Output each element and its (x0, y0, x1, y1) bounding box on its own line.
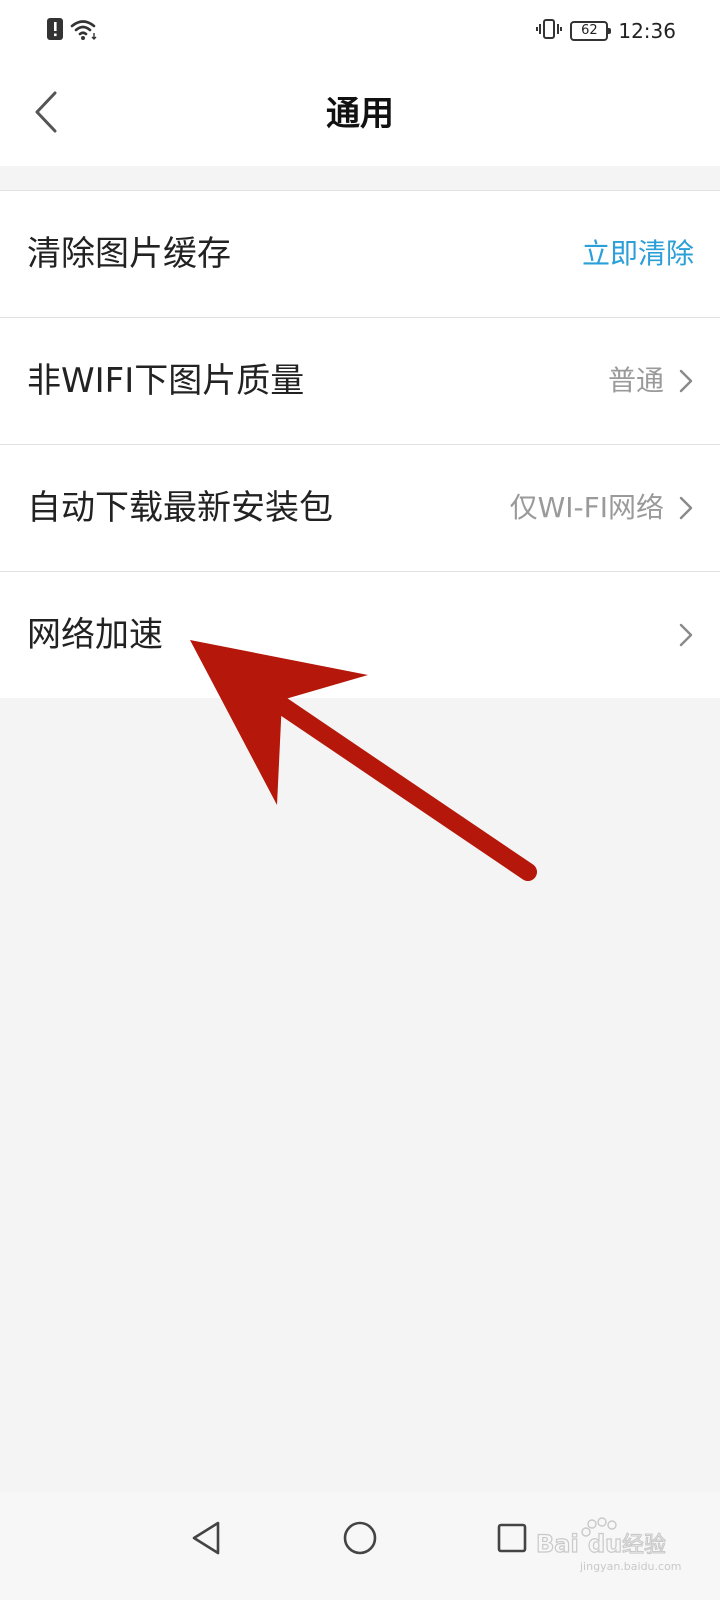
home-circle-icon (342, 1520, 378, 1560)
battery-level: 62 (581, 23, 598, 38)
row-right: 立即清除 (582, 234, 694, 274)
clear-now-button[interactable]: 立即清除 (582, 234, 694, 274)
row-right: 普通 (608, 361, 694, 401)
settings-row-clear-image-cache[interactable]: 清除图片缓存 立即清除 (0, 191, 720, 318)
settings-row-network-acceleration[interactable]: 网络加速 (0, 572, 720, 698)
row-label: 非WIFI下图片质量 (27, 361, 305, 401)
chevron-right-icon (678, 368, 694, 394)
battery-icon: 62 (570, 21, 612, 41)
settings-list: 清除图片缓存 立即清除 非WIFI下图片质量 普通 自动下载最新安装包 仅WI-… (0, 190, 720, 698)
row-label: 网络加速 (27, 615, 163, 655)
status-bar: 62 12:36 (0, 0, 720, 62)
chevron-right-icon (678, 495, 694, 521)
wifi-icon (70, 17, 100, 45)
recents-square-icon (496, 1522, 528, 1558)
status-bar-left (46, 16, 100, 46)
row-value: 仅WI-FI网络 (509, 491, 664, 524)
status-clock: 12:36 (618, 19, 676, 43)
navigation-bar (0, 1492, 720, 1600)
nav-home-button[interactable] (330, 1510, 390, 1570)
settings-row-auto-download-package[interactable]: 自动下载最新安装包 仅WI-FI网络 (0, 445, 720, 572)
row-right: 仅WI-FI网络 (510, 488, 694, 528)
back-triangle-icon (189, 1520, 223, 1560)
vibrate-icon (536, 17, 563, 45)
chevron-right-icon (678, 622, 694, 648)
row-value: 普通 (607, 364, 664, 397)
row-right (678, 622, 694, 648)
row-label: 自动下载最新安装包 (27, 488, 333, 528)
nav-back-button[interactable] (176, 1510, 236, 1570)
header-bar: 通用 (0, 62, 720, 166)
alert-icon (46, 17, 64, 45)
settings-row-non-wifi-image-quality[interactable]: 非WIFI下图片质量 普通 (0, 318, 720, 445)
status-bar-right: 62 12:36 (536, 16, 676, 46)
row-label: 清除图片缓存 (27, 234, 231, 274)
nav-recents-button[interactable] (482, 1510, 542, 1570)
page-title: 通用 (326, 94, 394, 134)
